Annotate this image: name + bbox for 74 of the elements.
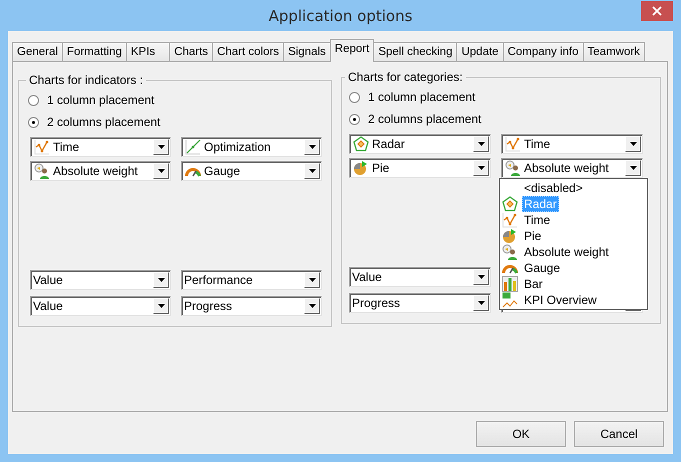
- list-item[interactable]: Bar: [500, 276, 647, 292]
- radio-button[interactable]: [28, 94, 39, 106]
- dropdown[interactable]: Radar: [349, 134, 491, 154]
- radio-label[interactable]: 2 columns placement: [47, 115, 160, 129]
- caret-icon: [308, 169, 316, 173]
- dropdown[interactable]: Gauge: [181, 161, 322, 181]
- cancel-button[interactable]: Cancel: [574, 421, 664, 447]
- pentagon-icon: [353, 136, 369, 152]
- tab[interactable]: Spell checking: [374, 42, 456, 61]
- radio-label[interactable]: 2 columns placement: [368, 112, 482, 126]
- radio-button[interactable]: [349, 114, 360, 124]
- dropdown[interactable]: Value: [30, 270, 171, 290]
- pie-chart-icon: [353, 160, 369, 176]
- dropdown[interactable]: Time: [501, 134, 643, 154]
- dropdown[interactable]: Progress: [349, 293, 491, 313]
- dropdown[interactable]: Pie: [349, 158, 491, 178]
- caret-icon: [158, 169, 164, 173]
- list-item[interactable]: Time: [500, 212, 647, 228]
- tab[interactable]: Chart colors: [212, 42, 284, 61]
- line-chart-icon: [505, 136, 521, 152]
- caret-icon: [308, 278, 316, 282]
- line-chart-icon: [502, 212, 518, 228]
- tab[interactable]: General: [12, 42, 62, 61]
- caret-icon: [478, 166, 484, 170]
- tab[interactable]: Update: [456, 42, 503, 61]
- caret-icon: [478, 142, 484, 146]
- line-chart-icon: [34, 139, 50, 155]
- dropdown[interactable]: Absolute weight: [30, 161, 171, 181]
- radio-button[interactable]: [28, 116, 39, 128]
- kpi-chart-icon: [502, 292, 518, 308]
- list-item[interactable]: <disabled>: [500, 180, 647, 196]
- window-title: Application options: [268, 6, 412, 24]
- group-title: Charts for categories:: [347, 70, 464, 84]
- tab[interactable]: Report: [330, 39, 374, 62]
- caret-icon: [158, 278, 164, 282]
- close-button[interactable]: [641, 1, 673, 21]
- tab[interactable]: Charts: [169, 42, 212, 61]
- caret-icon: [478, 275, 484, 279]
- ok-button[interactable]: OK: [476, 421, 566, 447]
- tab[interactable]: Teamwork: [582, 42, 645, 61]
- list-item[interactable]: KPI Overview: [500, 292, 647, 308]
- radio-label[interactable]: 1 column placement: [368, 90, 476, 104]
- dropdown[interactable]: Performance: [181, 270, 322, 290]
- caret-icon: [158, 304, 164, 308]
- caret-icon: [630, 142, 636, 146]
- caret-icon: [630, 166, 636, 170]
- close-icon: [652, 6, 662, 16]
- dropdown[interactable]: Absolute weight: [501, 158, 643, 178]
- pentagon-icon: [502, 196, 518, 212]
- tab[interactable]: Signals: [283, 42, 330, 61]
- radio-button[interactable]: [349, 92, 360, 102]
- caret-icon: [478, 301, 484, 305]
- radio-label[interactable]: 1 column placement: [47, 93, 154, 107]
- trend-line-icon: [185, 139, 201, 155]
- pie-chart-icon: [502, 228, 518, 244]
- dropdown[interactable]: Time: [30, 137, 171, 157]
- person-icon: [34, 163, 50, 179]
- caret-icon: [308, 145, 316, 149]
- dropdown[interactable]: Value: [30, 296, 171, 316]
- tab[interactable]: Formatting: [62, 42, 126, 61]
- list-item[interactable]: Absolute weight: [500, 244, 647, 260]
- list-item[interactable]: Pie: [500, 228, 647, 244]
- caret-icon: [308, 304, 316, 308]
- person-icon: [505, 160, 521, 176]
- bar-chart-icon: [502, 276, 518, 292]
- caret-icon: [158, 145, 164, 149]
- tab[interactable]: KPIs: [126, 42, 170, 61]
- tab[interactable]: Company info: [502, 42, 583, 61]
- dropdown[interactable]: Progress: [181, 296, 322, 316]
- dropdown[interactable]: Value: [349, 267, 491, 287]
- person-icon: [502, 244, 518, 260]
- dropdown[interactable]: Optimization: [181, 137, 322, 157]
- group-title: Charts for indicators :: [28, 73, 144, 87]
- list-item[interactable]: Gauge: [500, 260, 647, 276]
